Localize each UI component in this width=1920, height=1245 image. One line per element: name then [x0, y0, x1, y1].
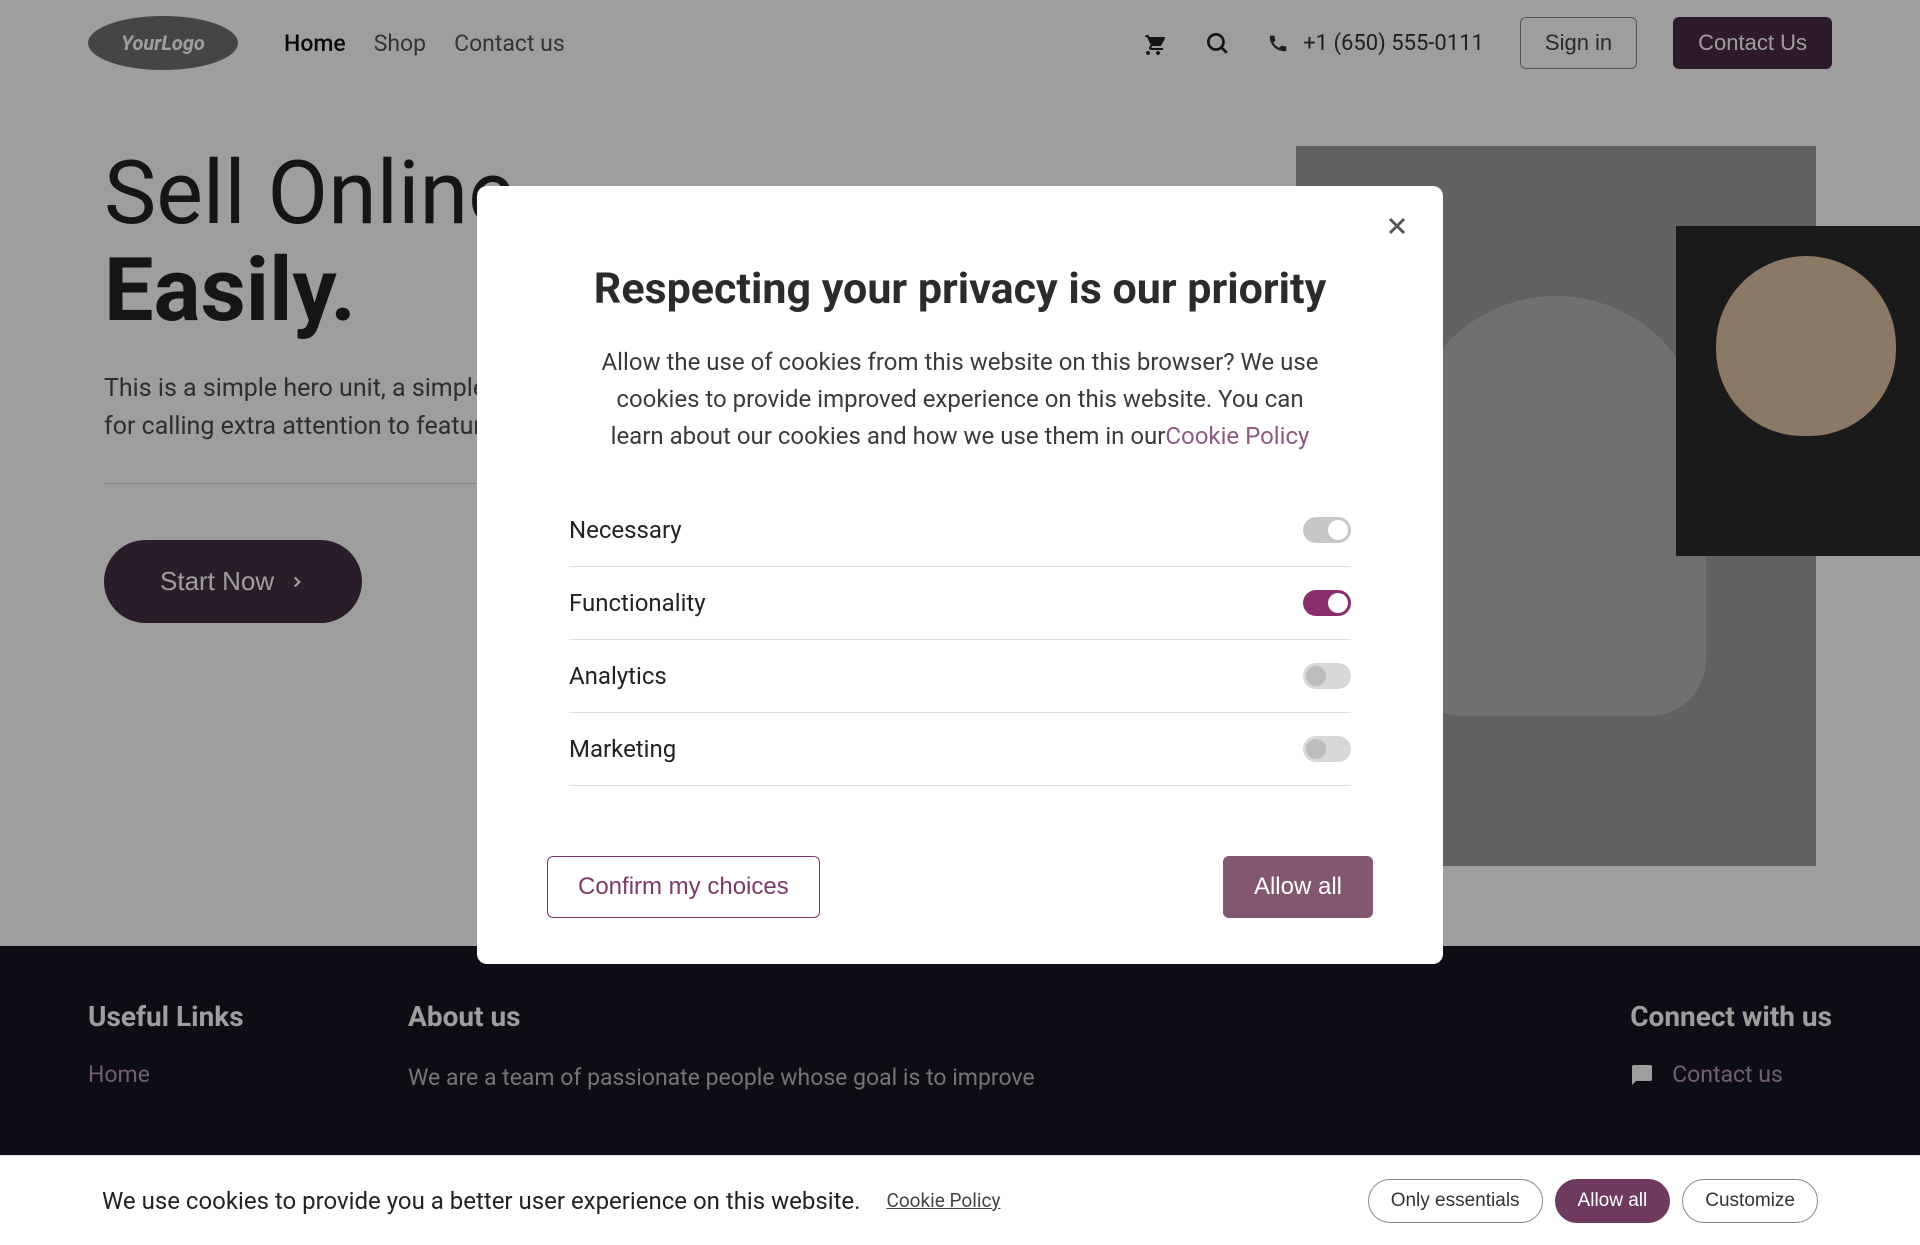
cookie-banner: We use cookies to provide you a better u… — [0, 1155, 1920, 1245]
cookie-row-analytics: Analytics — [569, 640, 1351, 713]
cookie-row-functionality: Functionality — [569, 567, 1351, 640]
cookie-row-label: Marketing — [569, 735, 676, 763]
allow-all-button[interactable]: Allow all — [1555, 1179, 1671, 1223]
cookie-category-list: Necessary Functionality Analytics Marketing — [549, 494, 1371, 786]
modal-allow-all-button[interactable]: Allow all — [1223, 856, 1373, 918]
toggle-marketing[interactable] — [1303, 736, 1351, 762]
cookie-row-marketing: Marketing — [569, 713, 1351, 786]
toggle-functionality[interactable] — [1303, 590, 1351, 616]
cookie-row-label: Necessary — [569, 516, 682, 544]
cookie-policy-link[interactable]: Cookie Policy — [886, 1189, 1000, 1212]
modal-cookie-policy-link[interactable]: Cookie Policy — [1165, 422, 1309, 450]
cookie-row-label: Analytics — [569, 662, 667, 690]
cookie-row-label: Functionality — [569, 589, 706, 617]
only-essentials-button[interactable]: Only essentials — [1368, 1179, 1543, 1223]
modal-description: Allow the use of cookies from this websi… — [549, 344, 1371, 456]
toggle-necessary — [1303, 517, 1351, 543]
close-icon[interactable] — [1383, 212, 1413, 242]
modal-title: Respecting your privacy is our priority — [549, 264, 1371, 314]
privacy-modal: Respecting your privacy is our priority … — [477, 186, 1443, 964]
confirm-choices-button[interactable]: Confirm my choices — [547, 856, 820, 918]
customize-button[interactable]: Customize — [1682, 1179, 1818, 1223]
toggle-analytics[interactable] — [1303, 663, 1351, 689]
cookie-row-necessary: Necessary — [569, 494, 1351, 567]
cookie-banner-text: We use cookies to provide you a better u… — [102, 1187, 860, 1215]
